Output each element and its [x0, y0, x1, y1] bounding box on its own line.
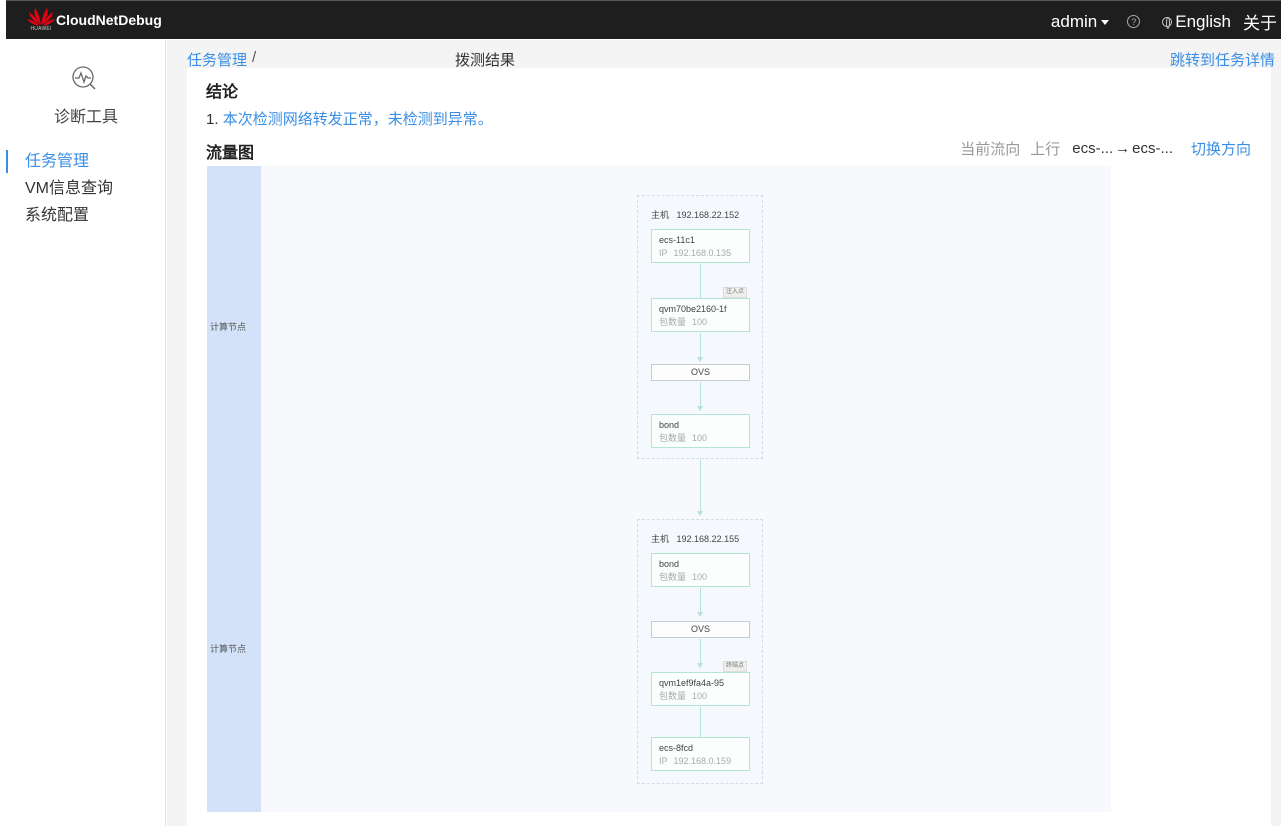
- node-sub-label: 包数量: [659, 317, 687, 327]
- current-direction-label: 当前流向: [960, 141, 1021, 158]
- flow-connector: [700, 588, 701, 612]
- node-name: qvm1ef9fa4a-95: [659, 678, 725, 688]
- huawei-logo: HUAWEI: [24, 5, 58, 35]
- lane-label: 计算节点: [210, 322, 247, 332]
- username: admin: [1050, 11, 1098, 31]
- flow-connector: [700, 382, 701, 406]
- flow-chart-title: 流量图: [206, 145, 255, 162]
- conclusion-number: 1.: [206, 111, 219, 128]
- globe-icon: [1162, 16, 1173, 29]
- flow-connector: [700, 459, 701, 511]
- diagnostic-tool-icon[interactable]: [70, 64, 98, 92]
- breadcrumb-separator: /: [252, 49, 257, 66]
- node-sub-label: 包数量: [659, 572, 687, 582]
- sidebar-item-system-config[interactable]: 系统配置: [6, 204, 166, 231]
- arrow-down-icon: [697, 511, 703, 516]
- node-bond[interactable]: bond 包数量 100: [651, 553, 750, 587]
- caret-down-icon: [1101, 19, 1110, 25]
- node-sub: 包数量 100: [659, 690, 749, 703]
- conclusion-item: 1. 本次检测网络转发正常，未检测到异常。: [206, 108, 493, 129]
- jump-to-task-detail-link[interactable]: 跳转到任务详情: [1170, 49, 1275, 70]
- host-ip: 192.168.22.152: [676, 210, 740, 220]
- flow-connector: [700, 707, 701, 737]
- node-sub-value: 192.168.0.159: [673, 756, 732, 766]
- breadcrumb: 任务管理 / 拨测结果: [187, 49, 515, 70]
- host-ip: 192.168.22.155: [676, 534, 740, 544]
- brand-text: HUAWEI: [30, 26, 52, 32]
- host-label: 主机: [651, 534, 670, 544]
- node-sub: IP 192.168.0.159: [659, 755, 749, 768]
- host-box-2[interactable]: 主机 192.168.22.155 bond 包数量 100 OVS 终结点 qv…: [637, 519, 763, 784]
- direction-value: 上行: [1030, 141, 1061, 158]
- node-sub-value: 192.168.0.135: [673, 248, 732, 258]
- host-title: 主机 192.168.22.155: [651, 532, 739, 545]
- lane-compute-node-1: 计算节点: [207, 166, 261, 492]
- node-name: bond: [659, 420, 680, 430]
- node-sub-value: 100: [692, 691, 708, 701]
- flow-connector: [700, 333, 701, 357]
- node-qvm[interactable]: 终结点 qvm1ef9fa4a-95 包数量 100: [651, 661, 750, 706]
- node-sub: IP 192.168.0.135: [659, 247, 749, 260]
- node-name: bond: [659, 559, 680, 569]
- diagnostic-tool-label: 诊断工具: [53, 109, 118, 126]
- node-ecs[interactable]: ecs-8fcd IP 192.168.0.159: [651, 737, 750, 771]
- language-switch[interactable]: English: [1162, 12, 1231, 32]
- arrow-down-icon: [697, 406, 703, 411]
- node-sub-label: 包数量: [659, 691, 687, 701]
- node-sub: 包数量 100: [659, 432, 749, 445]
- sidebar-item-task-management[interactable]: 任务管理: [6, 150, 166, 177]
- node-name: qvm70be2160-1f: [659, 304, 727, 314]
- sidebar: 诊断工具 任务管理 VM信息查询 系统配置: [6, 40, 166, 826]
- flow-destination: ecs-...: [1132, 140, 1173, 157]
- host-box-1[interactable]: 主机 192.168.22.152 ecs-11c1 IP 192.168.0.1…: [637, 195, 763, 459]
- top-bar: HUAWEI CloudNetDebug admin ? English 关于: [6, 0, 1281, 39]
- app-title: CloudNetDebug: [56, 12, 162, 28]
- switch-direction-button[interactable]: 切换方向: [1191, 138, 1251, 159]
- sidebar-nav: 任务管理 VM信息查询 系统配置: [6, 150, 166, 231]
- about-link[interactable]: 关于: [1243, 9, 1277, 34]
- flow-direction-controls: 当前流向 上行 ecs-... → ecs-... 切换方向: [960, 138, 1251, 159]
- conclusion-text: 本次检测网络转发正常，未检测到异常。: [222, 111, 493, 128]
- node-ovs[interactable]: OVS: [651, 364, 750, 381]
- user-menu[interactable]: admin: [1050, 11, 1110, 32]
- flow-connector: [700, 264, 701, 298]
- help-icon[interactable]: ?: [1127, 15, 1141, 28]
- flow-connector: [700, 639, 701, 663]
- conclusion-title: 结论: [206, 84, 239, 101]
- node-qvm[interactable]: 注入点 qvm70be2160-1f 包数量 100: [651, 287, 750, 332]
- node-sub-label: IP: [659, 248, 668, 258]
- injection-point-badge: 注入点: [722, 287, 747, 298]
- help-symbol: ?: [1131, 16, 1137, 27]
- node-sub-label: 包数量: [659, 433, 687, 443]
- node-sub: 包数量 100: [659, 571, 749, 584]
- arrow-down-icon: [697, 663, 703, 668]
- host-label: 主机: [651, 210, 670, 220]
- node-sub-value: 100: [692, 433, 708, 443]
- result-card: 结论 1. 本次检测网络转发正常，未检测到异常。 流量图 当前流向 上行 ecs…: [187, 68, 1271, 826]
- arrow-down-icon: [697, 612, 703, 617]
- node-sub-value: 100: [692, 572, 708, 582]
- breadcrumb-task-management[interactable]: 任务管理: [187, 49, 247, 70]
- arrow-down-icon: [697, 357, 703, 362]
- node-ovs[interactable]: OVS: [651, 621, 750, 638]
- sidebar-item-vm-info[interactable]: VM信息查询: [6, 177, 166, 204]
- lane-compute-node-2: 计算节点: [207, 492, 261, 812]
- node-ecs[interactable]: ecs-11c1 IP 192.168.0.135: [651, 229, 750, 263]
- node-name: ecs-11c1: [659, 235, 695, 245]
- termination-point-badge: 终结点: [722, 661, 747, 672]
- node-sub: 包数量 100: [659, 316, 749, 329]
- arrow-right-icon: →: [1115, 140, 1131, 157]
- node-name: ecs-8fcd: [659, 743, 694, 753]
- breadcrumb-current: 拨测结果: [455, 52, 516, 69]
- lane-label: 计算节点: [210, 644, 247, 654]
- node-sub-value: 100: [692, 317, 708, 327]
- node-sub-label: IP: [659, 756, 668, 766]
- language-label: English: [1175, 11, 1231, 31]
- node-bond[interactable]: bond 包数量 100: [651, 414, 750, 448]
- flow-diagram: 计算节点 计算节点 主机 192.168.22.152 ecs-11c1 IP 1…: [207, 166, 1111, 812]
- flow-source: ecs-...: [1072, 140, 1114, 157]
- host-title: 主机 192.168.22.152: [651, 208, 739, 221]
